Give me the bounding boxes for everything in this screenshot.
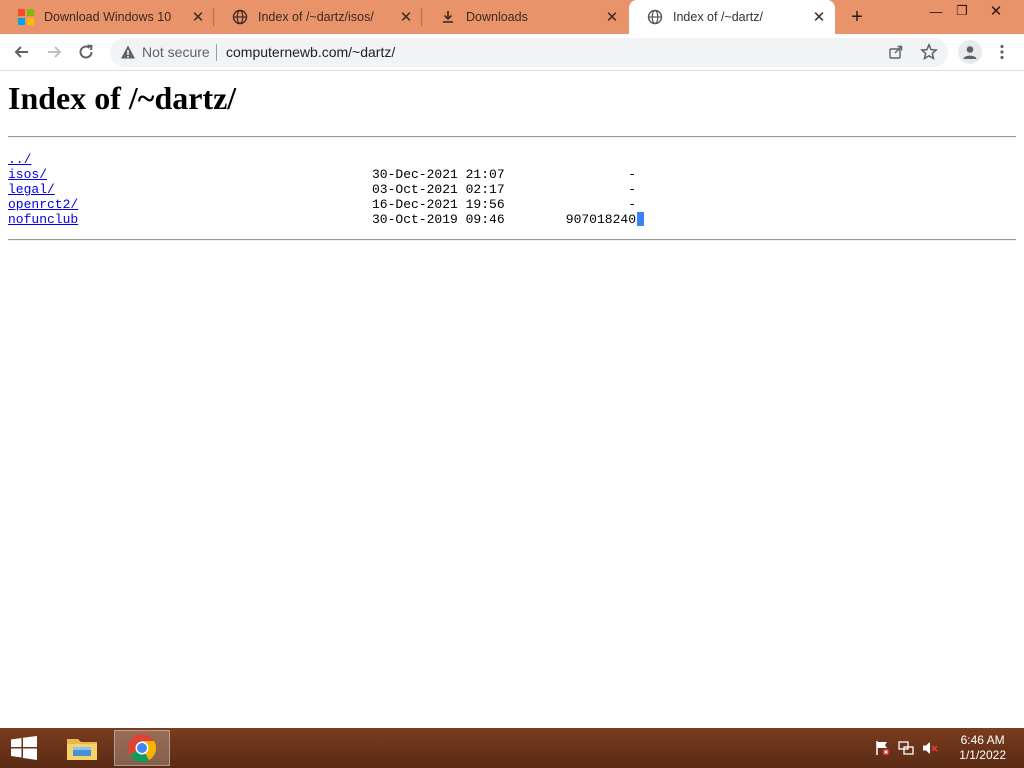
taskbar: 6:46 AM 1/1/2022 [0,728,1024,768]
download-icon [440,9,456,25]
person-icon [963,46,977,59]
chrome-icon [128,734,156,762]
warning-triangle-icon[interactable] [120,44,136,60]
entry-date: 30-Oct-2019 09:46 [372,212,505,227]
entry-date: 03-Oct-2021 02:17 [372,182,505,197]
tab-index-dartz[interactable]: Index of /~dartz/ ✕ [629,0,835,34]
bottom-divider [8,239,1016,241]
entry-size: - [628,167,636,182]
share-icon[interactable] [888,44,904,60]
globe-icon [232,9,248,25]
security-label[interactable]: Not secure [142,44,210,60]
tab-download-windows-10[interactable]: Download Windows 10 ✕ [0,0,214,34]
tab-title: Index of /~dartz/ [673,10,763,24]
text-cursor [637,212,644,226]
bookmark-star-icon[interactable] [920,43,938,61]
network-icon[interactable] [898,740,914,756]
browser-toolbar: Not secure computernewb.com/~dartz/ [0,34,1024,71]
file-explorer-taskbar-button[interactable] [54,730,110,766]
file-explorer-icon [67,739,97,760]
directory-listing: ../ isos/ 30-Dec-2021 21:07 - legal/ 03-… [8,152,708,227]
new-tab-button[interactable]: + [845,6,869,28]
close-icon[interactable]: ✕ [190,9,206,26]
entry-date: 30-Dec-2021 21:07 [372,167,505,182]
page-heading: Index of /~dartz/ [8,80,237,116]
url-text[interactable]: computernewb.com/~dartz/ [226,44,395,60]
kebab-menu-icon [1000,44,1004,60]
back-button[interactable] [10,40,34,64]
reload-icon [79,44,93,59]
volume-muted-icon[interactable] [922,740,938,756]
list-item: nofunclub 30-Oct-2019 09:46 907018240 [8,212,708,227]
tab-index-dartz-isos[interactable]: Index of /~dartz/isos/ ✕ [214,0,422,34]
tab-strip: Download Windows 10 ✕ Index of /~dartz/i… [0,0,1024,34]
profile-avatar[interactable] [958,40,982,64]
entry-size: - [628,197,636,212]
entry-link[interactable]: legal/ [8,182,55,197]
entry-size: 907018240 [565,212,636,227]
tab-title: Download Windows 10 [44,10,172,24]
parent-directory-link[interactable]: ../ [8,152,31,167]
action-center-flag-icon[interactable] [874,740,890,756]
entry-date: 16-Dec-2021 19:56 [372,197,505,212]
tab-downloads[interactable]: Downloads ✕ [422,0,628,34]
list-item: openrct2/ 16-Dec-2021 19:56 - [8,197,708,212]
entry-link[interactable]: isos/ [8,167,47,182]
entry-link[interactable]: openrct2/ [8,197,78,212]
clock-date: 1/1/2022 [959,748,1006,762]
close-icon[interactable]: ✕ [398,9,414,26]
back-arrow-icon [14,46,28,58]
list-item: legal/ 03-Oct-2021 02:17 - [8,182,708,197]
globe-icon [647,9,663,25]
close-icon[interactable]: ✕ [811,9,827,26]
close-icon[interactable]: ✕ [604,9,620,26]
restore-button[interactable]: ❐ [947,0,977,22]
list-item: isos/ 30-Dec-2021 21:07 - [8,167,708,182]
tab-title: Downloads [466,10,528,24]
tab-title: Index of /~dartz/isos/ [258,10,374,24]
entry-size: - [628,182,636,197]
browser-menu-button[interactable] [994,40,1010,64]
forward-button[interactable] [42,40,66,64]
forward-arrow-icon [48,46,62,58]
reload-button[interactable] [74,40,98,64]
address-bar[interactable]: Not secure computernewb.com/~dartz/ [110,38,948,67]
window-close-button[interactable]: ✕ [981,0,1011,22]
chrome-taskbar-button[interactable] [114,730,170,766]
top-divider [8,136,1016,138]
list-item-parent: ../ [8,152,708,167]
entry-link[interactable]: nofunclub [8,212,78,227]
system-clock[interactable]: 6:46 AM 1/1/2022 [959,733,1006,763]
start-button-windows-icon[interactable] [10,736,38,760]
omnibox-divider [216,44,217,61]
clock-time: 6:46 AM [960,733,1005,747]
windows-logo-icon [18,9,34,25]
page-content: Index of /~dartz/ ../ isos/ 30-Dec-2021 … [0,72,1024,728]
